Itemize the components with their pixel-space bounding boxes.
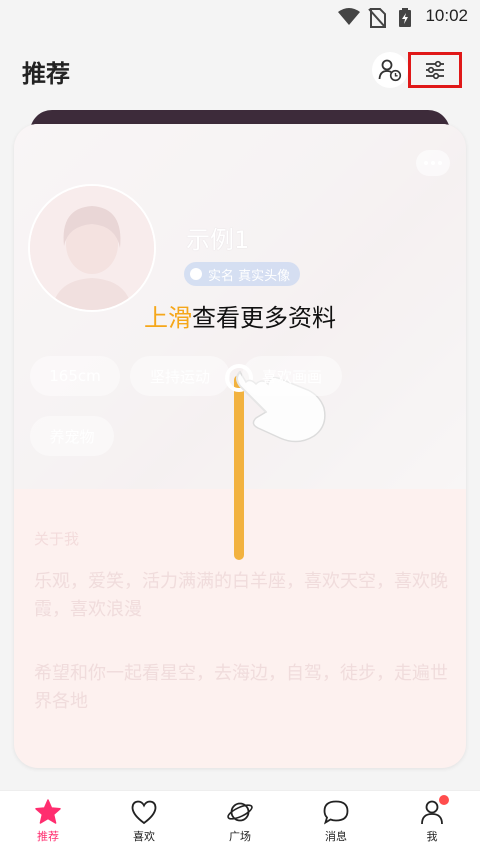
- chat-bubble-icon: [323, 800, 349, 825]
- about-paragraph: 乐观，爱笑，活力满满的白羊座，喜欢天空，喜欢晚霞，喜欢浪漫: [34, 571, 448, 620]
- dot-icon: [438, 161, 442, 165]
- visitor-history-button[interactable]: [372, 52, 408, 88]
- tag-height: 165cm: [30, 356, 120, 396]
- nav-item-messages[interactable]: 消息: [288, 791, 384, 854]
- filter-button[interactable]: [408, 52, 462, 88]
- avatar[interactable]: [28, 184, 156, 312]
- nav-item-recommend[interactable]: 推荐: [0, 791, 96, 854]
- planet-icon: [227, 802, 253, 822]
- wifi-icon: [338, 8, 360, 25]
- notification-dot: [438, 794, 450, 806]
- profile-name: 示例1: [186, 226, 250, 254]
- verification-badge: 实名 真实头像: [184, 262, 301, 286]
- profile-card[interactable]: 示例1 实名 真实头像 165cm 坚持运动 喜欢画画 养宠物 关于我 乐观，爱…: [14, 124, 466, 768]
- check-circle-icon: [190, 268, 202, 280]
- person-clock-icon: [378, 59, 402, 82]
- nav-item-likes[interactable]: 喜欢: [96, 791, 192, 854]
- dot-icon: [431, 161, 435, 165]
- nav-item-me[interactable]: 我: [384, 791, 480, 854]
- swipe-guide-highlight: 上滑: [144, 304, 192, 332]
- avatar-portrait: [30, 186, 154, 310]
- nav-label: 推荐: [37, 830, 59, 843]
- tag-exercise: 坚持运动: [130, 356, 230, 396]
- battery-charging-icon: [399, 8, 411, 27]
- nav-label: 广场: [229, 830, 251, 843]
- no-sim-icon: [368, 8, 386, 28]
- status-time: 10:02: [425, 6, 468, 25]
- more-options-button[interactable]: [416, 150, 450, 176]
- bottom-nav: 推荐 喜欢 广场 消息 我: [0, 790, 480, 854]
- page-title: 推荐: [22, 60, 70, 88]
- status-bar: 10:02: [0, 0, 480, 34]
- verification-text: 实名 真实头像: [208, 268, 291, 284]
- swipe-guide-rest: 查看更多资料: [192, 304, 336, 332]
- nav-label: 喜欢: [133, 830, 155, 843]
- tag-painting: 喜欢画画: [242, 356, 342, 396]
- star-icon: [35, 799, 61, 824]
- header: 推荐: [0, 34, 480, 104]
- tag-pets: 养宠物: [30, 416, 114, 456]
- dot-icon: [424, 161, 428, 165]
- filter-sliders-icon: [426, 60, 444, 80]
- about-label: 关于我: [34, 530, 80, 548]
- heart-icon: [131, 800, 157, 825]
- about-paragraph: 希望和你一起看星空，去海边，自驾，徒步，走遍世界各地: [34, 663, 448, 712]
- nav-label: 我: [426, 830, 438, 843]
- nav-label: 消息: [325, 830, 347, 843]
- nav-item-square[interactable]: 广场: [192, 791, 288, 854]
